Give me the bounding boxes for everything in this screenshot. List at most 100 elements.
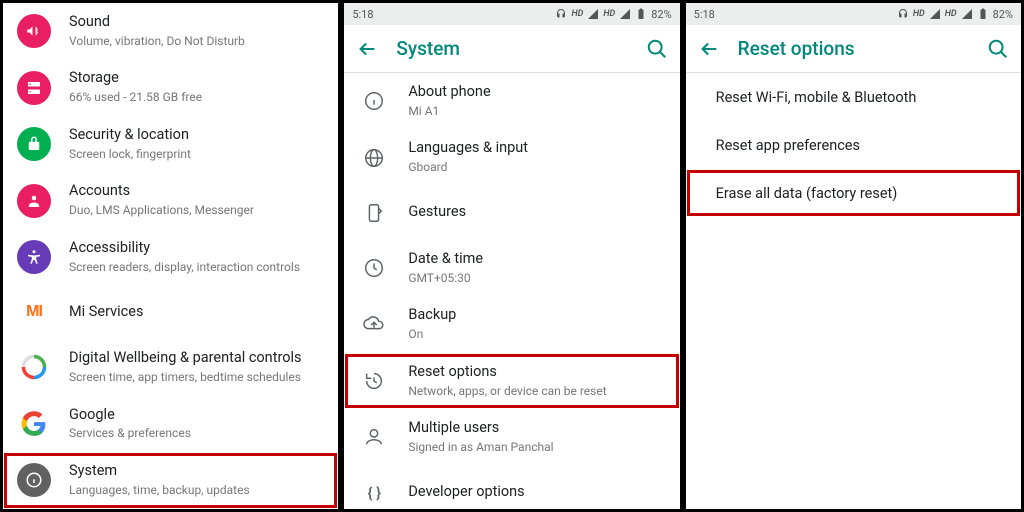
item-reset-network[interactable]: Reset Wi-Fi, mobile & Bluetooth (686, 73, 1021, 121)
item-sub: Signed in as Aman Panchal (408, 440, 553, 456)
battery-icon (635, 8, 647, 20)
item-reset-options[interactable]: Reset optionsNetwork, apps, or device ca… (344, 353, 679, 409)
item-title: Developer options (408, 483, 524, 502)
sound-icon (17, 14, 51, 48)
item-title: Sound (69, 13, 245, 32)
item-title: Erase all data (factory reset) (716, 185, 898, 202)
users-icon (358, 421, 390, 453)
settings-item-mi-services[interactable]: MI Mi Services (3, 285, 338, 339)
item-developer-options[interactable]: { } Developer options (344, 466, 679, 509)
settings-item-accounts[interactable]: AccountsDuo, LMS Applications, Messenger (3, 172, 338, 228)
item-title: Reset app preferences (716, 137, 860, 154)
battery-pct: 82% (993, 8, 1013, 21)
item-title: Backup (408, 306, 456, 325)
item-sub: Volume, vibration, Do Not Disturb (69, 34, 245, 50)
item-sub: Gboard (408, 160, 528, 176)
item-sub: GMT+05:30 (408, 271, 483, 287)
reset-list: Reset Wi-Fi, mobile & Bluetooth Reset ap… (686, 73, 1021, 509)
google-icon (17, 407, 51, 441)
item-sub: Duo, LMS Applications, Messenger (69, 203, 254, 219)
item-gestures[interactable]: Gestures (344, 186, 679, 240)
item-title: Multiple users (408, 419, 553, 438)
item-title: Reset options (408, 363, 606, 382)
reset-icon (358, 365, 390, 397)
app-bar: System (344, 25, 679, 73)
system-list: About phone Mi A1 Languages & input Gboard… (344, 73, 679, 509)
item-date-time[interactable]: Date & time GMT+05:30 (344, 240, 679, 296)
settings-item-accessibility[interactable]: Accessibility Screen readers, display, in… (3, 229, 338, 285)
headset-icon (897, 8, 909, 20)
accessibility-icon (17, 240, 51, 274)
status-icons: HD HD 82% (897, 8, 1013, 21)
battery-icon (977, 8, 989, 20)
clock-icon (358, 252, 390, 284)
system-icon (17, 463, 51, 497)
item-title: Gestures (408, 203, 466, 222)
gestures-icon (358, 197, 390, 229)
item-backup[interactable]: Backup On (344, 296, 679, 352)
developer-icon: { } (358, 477, 390, 509)
item-title: Security & location (69, 126, 191, 145)
system-panel: 5:18 HD HD 82% System About phone Mi A1 L… (341, 0, 682, 512)
item-sub: 66% used - 21.58 GB free (69, 90, 202, 106)
item-languages[interactable]: Languages & input Gboard (344, 129, 679, 185)
item-title: Digital Wellbeing & parental controls (69, 349, 302, 368)
lock-icon (17, 127, 51, 161)
settings-main-panel: Sound Volume, vibration, Do Not Disturb S… (0, 0, 341, 512)
hd-icon: HD (913, 9, 925, 19)
item-sub: Screen readers, display, interaction con… (69, 260, 300, 276)
item-sub: Services & preferences (69, 426, 191, 442)
search-icon[interactable] (987, 38, 1009, 60)
settings-item-storage[interactable]: Storage 66% used - 21.58 GB free (3, 59, 338, 115)
status-time: 5:18 (694, 8, 715, 21)
item-sub: Mi A1 (408, 104, 490, 120)
reset-options-panel: 5:18 HD HD 82% Reset options Reset Wi-Fi… (683, 0, 1024, 512)
status-bar: 5:18 HD HD 82% (344, 3, 679, 25)
item-sub: Screen lock, fingerprint (69, 147, 191, 163)
search-icon[interactable] (646, 38, 668, 60)
hd-icon: HD (603, 9, 615, 19)
status-time: 5:18 (352, 8, 373, 21)
info-icon (358, 85, 390, 117)
settings-item-google[interactable]: GoogleServices & preferences (3, 396, 338, 452)
signal-icon (961, 8, 973, 20)
item-title: Accessibility (69, 239, 300, 258)
item-title: About phone (408, 83, 490, 102)
item-sub: Languages, time, backup, updates (69, 483, 250, 499)
mi-icon: MI (17, 295, 51, 329)
back-icon[interactable] (698, 38, 720, 60)
page-title: System (396, 37, 627, 60)
item-title: Reset Wi-Fi, mobile & Bluetooth (716, 89, 917, 106)
settings-list: Sound Volume, vibration, Do Not Disturb S… (3, 3, 338, 509)
item-factory-reset[interactable]: Erase all data (factory reset) (686, 169, 1021, 217)
globe-icon (358, 142, 390, 174)
item-reset-app-prefs[interactable]: Reset app preferences (686, 121, 1021, 169)
hd-icon: HD (571, 9, 583, 19)
wellbeing-icon (17, 350, 51, 384)
item-title: Google (69, 406, 191, 425)
signal-icon (619, 8, 631, 20)
item-title: Languages & input (408, 139, 528, 158)
item-multiple-users[interactable]: Multiple users Signed in as Aman Panchal (344, 409, 679, 465)
item-title: Mi Services (69, 303, 143, 322)
status-icons: HD HD 82% (555, 8, 671, 21)
battery-pct: 82% (651, 8, 671, 21)
item-sub: Screen time, app timers, bedtime schedul… (69, 370, 302, 386)
settings-item-security[interactable]: Security & location Screen lock, fingerpr… (3, 116, 338, 172)
page-title: Reset options (738, 37, 969, 60)
item-title: Storage (69, 69, 202, 88)
status-bar: 5:18 HD HD 82% (686, 3, 1021, 25)
item-about-phone[interactable]: About phone Mi A1 (344, 73, 679, 129)
signal-icon (587, 8, 599, 20)
accounts-icon (17, 184, 51, 218)
settings-item-sound[interactable]: Sound Volume, vibration, Do Not Disturb (3, 3, 338, 59)
back-icon[interactable] (356, 38, 378, 60)
settings-item-system[interactable]: System Languages, time, backup, updates (3, 452, 338, 508)
headset-icon (555, 8, 567, 20)
item-sub: On (408, 327, 456, 343)
signal-icon (929, 8, 941, 20)
item-title: System (69, 462, 250, 481)
backup-icon (358, 309, 390, 341)
item-title: Date & time (408, 250, 483, 269)
settings-item-wellbeing[interactable]: Digital Wellbeing & parental controls Scr… (3, 339, 338, 395)
